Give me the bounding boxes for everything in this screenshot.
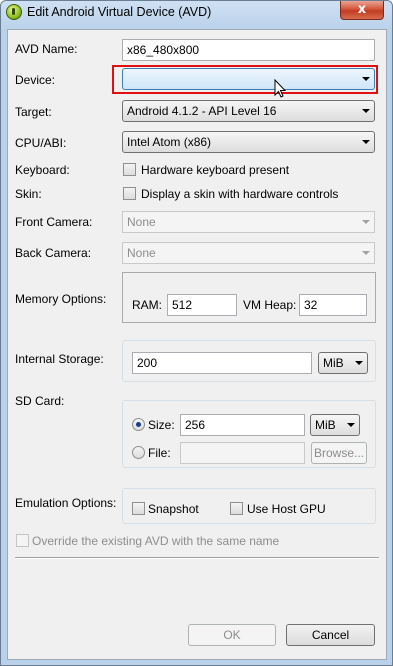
sd-file-radio[interactable] (132, 446, 145, 459)
ok-button[interactable]: OK (188, 624, 276, 646)
override-label[interactable]: Override the existing AVD with the same … (32, 534, 279, 548)
target-label: Target: (15, 105, 52, 119)
avd-name-label: AVD Name: (15, 42, 78, 56)
sd-card-group: Size: 256 MiB File: Browse... (122, 400, 376, 468)
back-camera-label: Back Camera: (15, 246, 92, 260)
sd-size-radio[interactable] (132, 418, 145, 431)
title-bar[interactable]: Edit Android Virtual Device (AVD) x (1, 1, 392, 25)
memory-options-label: Memory Options: (15, 292, 107, 306)
chevron-down-icon (362, 140, 370, 144)
front-camera-label: Front Camera: (15, 215, 93, 229)
chevron-down-icon (362, 109, 370, 113)
separator (15, 557, 379, 559)
vm-heap-input[interactable]: 32 (299, 294, 367, 316)
hardware-keyboard-option-label[interactable]: Hardware keyboard present (141, 163, 289, 177)
front-camera-value: None (127, 215, 156, 229)
chevron-down-icon (362, 251, 370, 255)
chevron-down-icon (362, 220, 370, 224)
android-sdk-icon (6, 4, 22, 20)
override-checkbox[interactable] (16, 534, 29, 547)
target-dropdown[interactable]: Android 4.1.2 - API Level 16 (122, 100, 375, 122)
front-camera-dropdown[interactable]: None (122, 211, 375, 233)
use-host-gpu-label[interactable]: Use Host GPU (247, 502, 326, 516)
keyboard-label: Keyboard: (15, 163, 70, 177)
window-title: Edit Android Virtual Device (AVD) (27, 5, 212, 19)
dialog-window: Edit Android Virtual Device (AVD) x AVD … (0, 0, 393, 666)
skin-checkbox[interactable] (123, 187, 136, 200)
sd-file-label[interactable]: File: (148, 446, 171, 460)
device-label: Device: (15, 73, 56, 87)
internal-storage-label: Internal Storage: (15, 352, 104, 366)
skin-label: Skin: (15, 187, 42, 201)
emulation-options-label: Emulation Options: (15, 496, 117, 510)
internal-storage-unit-value: MiB (323, 356, 344, 370)
snapshot-label[interactable]: Snapshot (148, 502, 199, 516)
close-button[interactable]: x (340, 1, 384, 20)
hardware-keyboard-checkbox[interactable] (123, 163, 136, 176)
ram-input[interactable]: 512 (167, 294, 237, 316)
target-dropdown-value: Android 4.1.2 - API Level 16 (127, 104, 277, 118)
avd-name-input[interactable]: x86_480x800 (122, 39, 375, 61)
cpu-abi-label: CPU/ABI: (15, 136, 67, 150)
sd-size-unit-value: MiB (315, 418, 336, 432)
memory-options-group: RAM: 512 VM Heap: 32 (122, 272, 376, 323)
sd-size-label[interactable]: Size: (148, 418, 175, 432)
use-host-gpu-checkbox[interactable] (230, 502, 243, 515)
cpu-abi-dropdown-value: Intel Atom (x86) (127, 135, 212, 149)
browse-button[interactable]: Browse... (311, 442, 367, 464)
dialog-content: AVD Name: x86_480x800 Device: Target: An… (7, 29, 387, 660)
chevron-down-icon (347, 423, 355, 427)
red-highlight-box (112, 65, 378, 94)
vm-heap-label: VM Heap: (243, 298, 297, 312)
ram-label: RAM: (132, 298, 162, 312)
mouse-cursor-icon (274, 79, 287, 98)
chevron-down-icon (355, 361, 363, 365)
back-camera-dropdown[interactable]: None (122, 242, 375, 264)
emulation-options-group: Snapshot Use Host GPU (122, 488, 376, 524)
skin-option-label[interactable]: Display a skin with hardware controls (141, 187, 338, 201)
internal-storage-group: 200 MiB (122, 340, 376, 382)
sd-size-input[interactable]: 256 (180, 414, 305, 436)
sd-file-input[interactable] (180, 442, 305, 464)
cancel-button[interactable]: Cancel (286, 624, 375, 646)
cpu-abi-dropdown[interactable]: Intel Atom (x86) (122, 131, 375, 153)
internal-storage-input[interactable]: 200 (132, 352, 312, 374)
internal-storage-unit-dropdown[interactable]: MiB (318, 352, 368, 374)
sd-card-label: SD Card: (15, 394, 65, 408)
back-camera-value: None (127, 246, 156, 260)
sd-size-unit-dropdown[interactable]: MiB (310, 414, 360, 436)
snapshot-checkbox[interactable] (132, 502, 145, 515)
